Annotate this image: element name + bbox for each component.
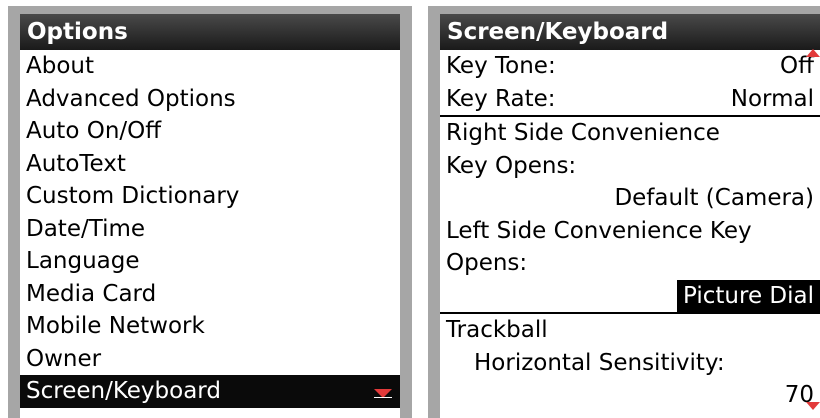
keyboard-title: Screen/Keyboard — [440, 14, 820, 50]
trackball-row: Trackball — [440, 314, 820, 347]
options-screen: Options About Advanced Options Auto On/O… — [20, 14, 400, 418]
keyboard-settings: Key Tone: Off Key Rate: Normal Right Sid… — [440, 49, 820, 418]
menu-item-screen-keyboard[interactable]: Screen/Keyboard — [20, 375, 400, 408]
key-tone-label: Key Tone: — [446, 53, 556, 79]
left-key-label-2: Opens: — [446, 250, 528, 276]
right-key-label-row-1: Right Side Convenience — [440, 117, 820, 150]
keyboard-device-bezel: Screen/Keyboard Key Tone: Off Key Rate: … — [428, 6, 820, 418]
menu-item-auto-on-off[interactable]: Auto On/Off — [20, 115, 400, 148]
left-key-value[interactable]: Picture Dial — [677, 279, 820, 312]
options-list: About Advanced Options Auto On/Off AutoT… — [20, 50, 400, 418]
left-key-label-row-2: Opens: — [440, 247, 820, 280]
key-rate-label: Key Rate: — [446, 85, 556, 112]
options-device-bezel: Options About Advanced Options Auto On/O… — [8, 6, 412, 418]
trackball-label: Trackball — [446, 317, 548, 343]
menu-item-advanced-options[interactable]: Advanced Options — [20, 83, 400, 116]
right-key-value[interactable]: Default (Camera) — [614, 185, 814, 211]
left-key-label-1: Left Side Convenience Key — [446, 217, 752, 244]
menu-item-media-card[interactable]: Media Card — [20, 278, 400, 311]
key-rate-value[interactable]: Normal — [731, 83, 814, 116]
key-rate-row[interactable]: Key Rate: Normal — [440, 83, 820, 116]
horizontal-sensitivity-label: Horizontal Sensitivity: — [474, 349, 725, 376]
menu-item-screen-keyboard-label: Screen/Keyboard — [26, 378, 221, 404]
scroll-down-icon — [806, 401, 820, 410]
right-key-label-1: Right Side Convenience — [446, 120, 720, 146]
key-tone-row[interactable]: Key Tone: Off — [440, 49, 820, 83]
horizontal-sensitivity-row: Horizontal Sensitivity: — [440, 347, 820, 380]
keyboard-screen: Screen/Keyboard Key Tone: Off Key Rate: … — [440, 14, 820, 418]
right-key-value-row[interactable]: Default (Camera) — [440, 182, 820, 215]
right-key-label-2: Key Opens: — [446, 152, 577, 179]
horizontal-sensitivity-value-row[interactable]: 70 — [440, 379, 820, 412]
menu-item-autotext[interactable]: AutoText — [20, 148, 400, 181]
options-title: Options — [20, 14, 400, 50]
screenshot-canvas: Options About Advanced Options Auto On/O… — [0, 0, 820, 418]
scroll-down-icon — [374, 389, 392, 398]
menu-item-date-time[interactable]: Date/Time — [20, 213, 400, 246]
scroll-up-icon — [806, 49, 820, 57]
left-key-label-row-1: Left Side Convenience Key — [440, 215, 820, 248]
menu-item-custom-dictionary[interactable]: Custom Dictionary — [20, 180, 400, 213]
menu-item-mobile-network[interactable]: Mobile Network — [20, 310, 400, 343]
left-key-value-row[interactable]: Picture Dial — [440, 279, 820, 312]
menu-item-about[interactable]: About — [20, 50, 400, 83]
menu-item-language[interactable]: Language — [20, 245, 400, 278]
menu-item-owner[interactable]: Owner — [20, 343, 400, 376]
right-key-label-row-2: Key Opens: — [440, 150, 820, 183]
